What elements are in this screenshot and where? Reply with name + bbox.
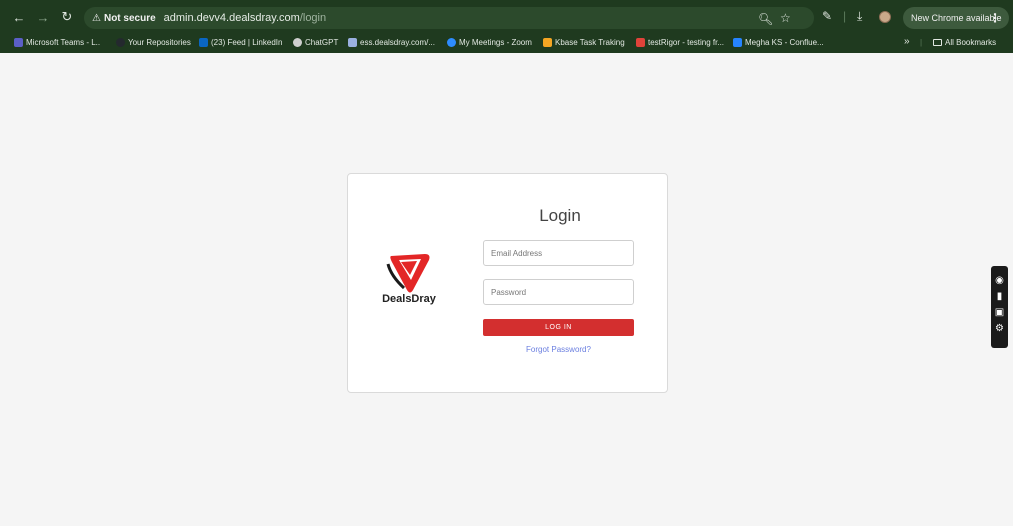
url-host: admin.devv4.dealsdray.com [163,12,300,24]
password-placeholder: Password [491,287,527,297]
star-icon[interactable]: ☆ [780,11,791,25]
security-label: Not secure [103,12,156,24]
url-text[interactable]: admin.devv4.dealsdray.com/login [164,12,326,24]
warning-icon: ⚠ [92,12,101,24]
testrigor-icon [636,38,645,47]
update-label: New Chrome available [911,13,1002,23]
bookmark-label: (23) Feed | LinkedIn [211,38,283,47]
kbase-icon [543,38,552,47]
download-icon[interactable]: ⤓ [857,9,862,24]
extensions-icon[interactable]: ✎ [822,9,832,23]
bookmark-label: testRigor - testing fr... [648,38,725,47]
linkedin-icon [199,38,208,47]
password-field[interactable]: Password [483,279,634,305]
bookmark-item[interactable]: ChatGPT [293,38,338,47]
camera-icon[interactable]: ◉ [995,276,1004,286]
address-bar[interactable]: ⚠ Not secure admin.devv4.dealsdray.com/l… [84,7,814,29]
dealsdray-logo-icon [386,254,430,293]
reload-icon[interactable]: ↻ [56,6,78,28]
teams-icon [14,38,23,47]
forgot-password-link[interactable]: Forgot Password? [483,345,634,354]
bookmarks-overflow-button[interactable]: » [904,36,910,47]
menu-icon[interactable]: ⋮ [989,11,1001,25]
email-placeholder: Email Address [491,248,543,258]
folder-icon [933,39,942,46]
confluence-icon [733,38,742,47]
separator-icon: | [843,9,847,23]
all-bookmarks-label: All Bookmarks [945,38,997,47]
window-icon[interactable]: ▣ [995,308,1004,318]
login-button[interactable]: LOG IN [483,319,634,336]
bookmark-item[interactable]: Microsoft Teams - L.. [14,38,100,47]
forward-icon[interactable]: → [32,6,54,28]
bookmark-label: Your Repositories [128,38,191,47]
chatgpt-icon [293,38,302,47]
github-icon [116,38,125,47]
bookmark-label: ess.dealsdray.com/... [360,38,435,47]
bookmark-item[interactable]: ess.dealsdray.com/... [348,38,435,47]
page-title: Login [539,206,581,225]
zoom-icon[interactable]: 🔍︎ [758,12,773,26]
back-icon[interactable]: ← [8,6,30,28]
bookmark-item[interactable]: Megha KS - Conflue... [733,38,824,47]
bookmark-label: My Meetings - Zoom [459,38,532,47]
bookmark-label: Microsoft Teams - L.. [26,38,101,47]
settings-icon[interactable]: ⚙ [995,324,1004,334]
bookmark-item[interactable]: testRigor - testing fr... [636,38,724,47]
bookmark-item[interactable]: My Meetings - Zoom [447,38,532,47]
login-card: DealsDray Login Email Address Password L… [347,173,668,393]
video-icon[interactable]: ▮ [997,292,1003,302]
bookmark-label: Kbase Task Traking [555,38,625,47]
brand-name: DealsDray [382,293,436,305]
overflow-label: » [904,36,910,47]
email-field[interactable]: Email Address [483,240,634,266]
url-path: /login [299,12,327,24]
browser-toolbar: ← → ↻ ⚠ Not secure admin.devv4.dealsdray… [0,0,1013,34]
bookmark-label: ChatGPT [305,38,339,47]
bookmarks-bar: Microsoft Teams - L.. Your Repositories … [0,34,1013,53]
browser-window: ← → ↻ ⚠ Not secure admin.devv4.dealsdray… [0,0,1013,526]
profile-avatar[interactable] [879,11,891,23]
security-indicator[interactable]: ⚠ Not secure [92,13,156,24]
bookmark-label: Megha KS - Conflue... [745,38,824,47]
chrome-update-button[interactable]: New Chrome available ⋮ [903,7,1009,29]
screen-capture-toolbar: ◉ ▮ ▣ ⚙ [991,266,1008,348]
bookmark-item[interactable]: Your Repositories [116,38,191,47]
bookmark-item[interactable]: Kbase Task Traking [543,38,625,47]
bookmark-item[interactable]: (23) Feed | LinkedIn [199,38,282,47]
page-icon [348,38,357,47]
bookmarks-separator: | [920,38,923,47]
zoom-logo-icon [447,38,456,47]
all-bookmarks-button[interactable]: All Bookmarks [933,38,996,47]
